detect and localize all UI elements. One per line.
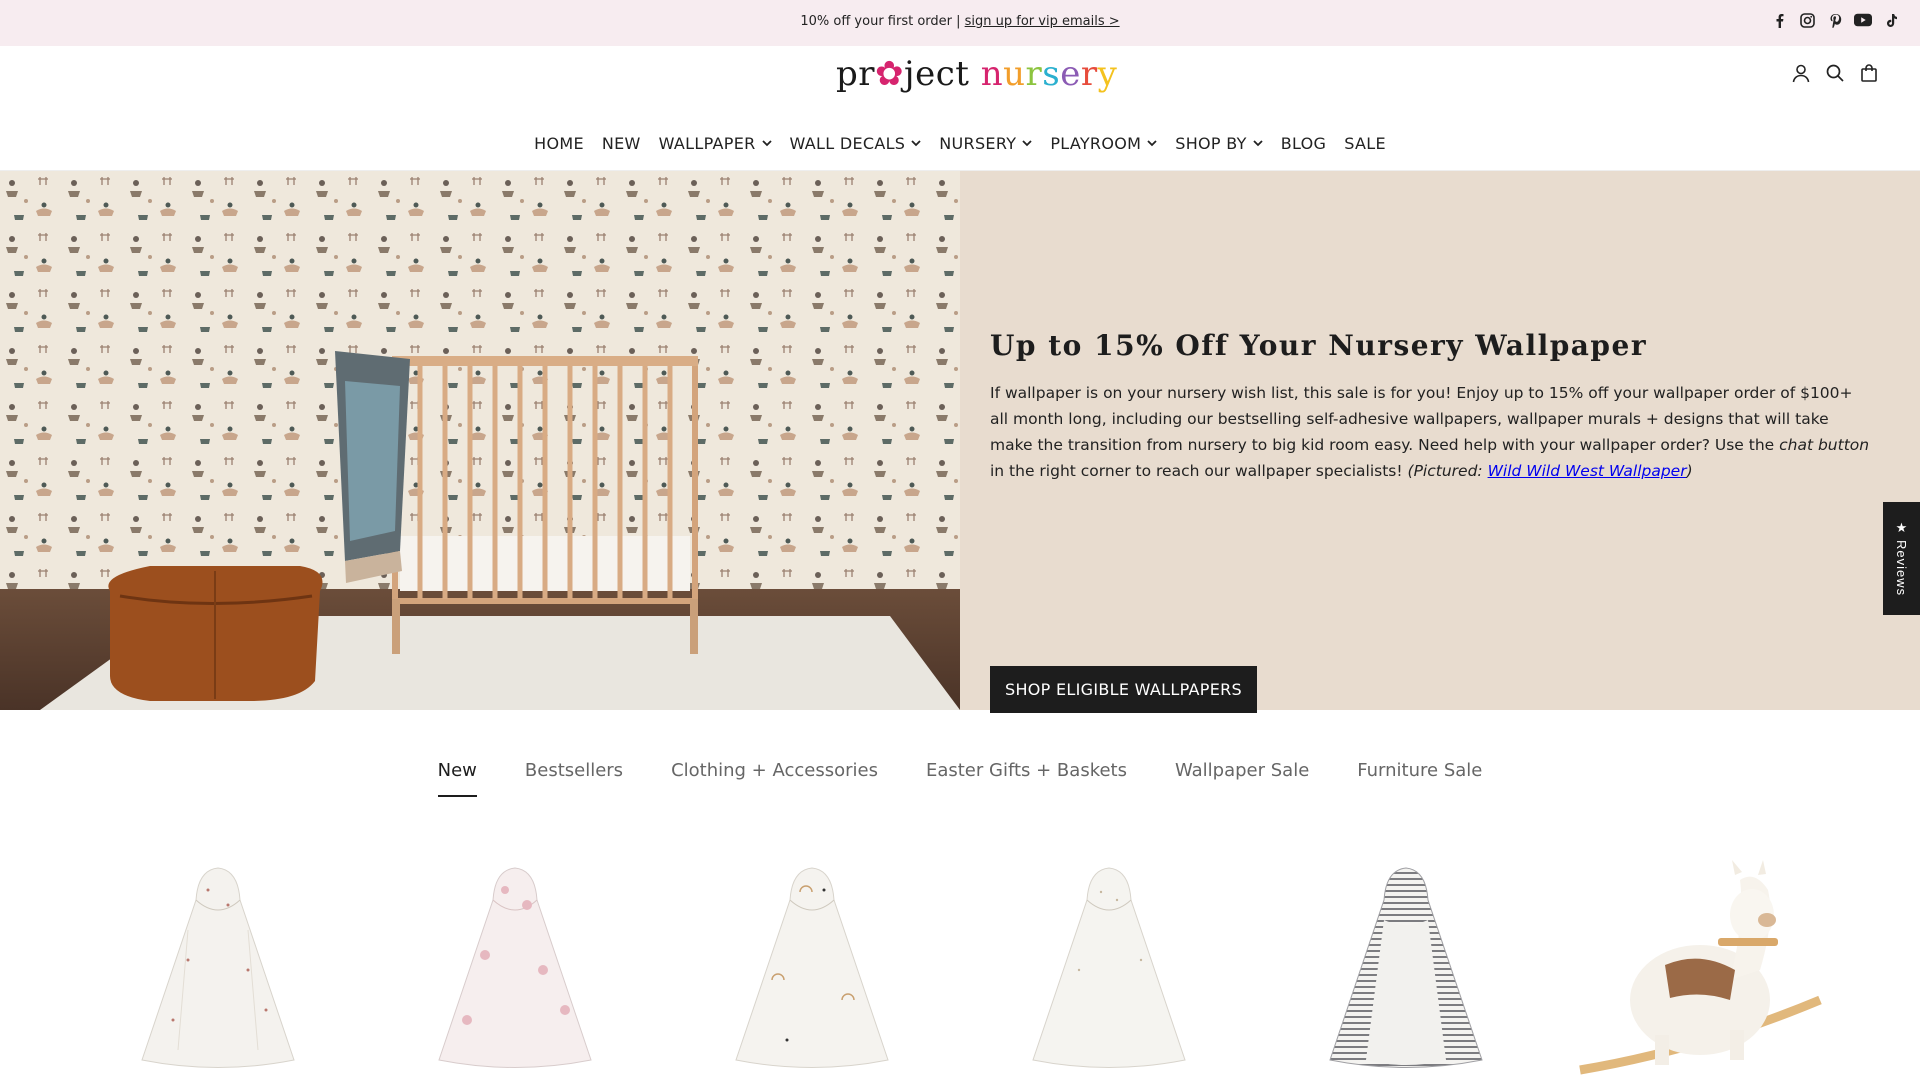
- nav-item-playroom[interactable]: PLAYROOM: [1041, 134, 1166, 153]
- product-card-hooded-towel[interactable]: [712, 860, 912, 1080]
- nav-label: WALLPAPER: [658, 134, 756, 153]
- chevron-down-icon: [1253, 140, 1263, 147]
- nav-label: PLAYROOM: [1050, 134, 1142, 153]
- reviews-side-tab[interactable]: ★ Reviews: [1883, 502, 1920, 615]
- pinterest-icon[interactable]: [1826, 11, 1844, 29]
- main-navigation: HOME NEW WALLPAPER WALL DECALS NURSERY P…: [0, 134, 1920, 153]
- chevron-down-icon: [761, 140, 772, 147]
- chevron-down-icon: [1147, 140, 1157, 147]
- wild-wild-west-wallpaper-link[interactable]: Wild Wild West Wallpaper: [1488, 462, 1687, 480]
- tab-new[interactable]: New: [437, 760, 477, 797]
- nav-label: NURSERY: [939, 134, 1017, 153]
- tiktok-icon[interactable]: [1882, 11, 1900, 29]
- chevron-down-icon: [1022, 140, 1032, 147]
- logo-letter: y: [1097, 54, 1118, 94]
- pictured-prefix: (Pictured:: [1407, 462, 1488, 480]
- social-links: [1770, 11, 1900, 29]
- star-icon: ★: [1895, 520, 1908, 536]
- product-card-hooded-towel[interactable]: [118, 860, 318, 1080]
- nav-label: SALE: [1344, 134, 1386, 153]
- chevron-down-icon: [911, 140, 921, 147]
- product-card-hooded-towel[interactable]: [1306, 860, 1506, 1080]
- nav-label: WALL DECALS: [789, 134, 906, 153]
- instagram-icon[interactable]: [1798, 11, 1816, 29]
- logo-letter: n: [980, 54, 1004, 94]
- tab-clothing-accessories[interactable]: Clothing + Accessories: [671, 760, 878, 797]
- hero-content: Up to 15% Off Your Nursery Wallpaper If …: [990, 329, 1870, 713]
- nav-item-wallpaper[interactable]: WALLPAPER: [650, 134, 781, 153]
- hero-description: If wallpaper is on your nursery wish lis…: [990, 380, 1870, 484]
- hero-banner: Up to 15% Off Your Nursery Wallpaper If …: [0, 171, 1920, 713]
- hero-image-nursery-crib: [0, 171, 960, 710]
- nav-item-shop-by[interactable]: SHOP BY: [1166, 134, 1272, 153]
- vip-signup-link[interactable]: sign up for vip emails >: [965, 14, 1120, 29]
- announcement-text: 10% off your first order | sign up for v…: [0, 14, 1920, 29]
- nav-item-wall-decals[interactable]: WALL DECALS: [781, 134, 931, 153]
- tab-bestsellers[interactable]: Bestsellers: [525, 760, 623, 797]
- hero-body-text: If wallpaper is on your nursery wish lis…: [990, 384, 1853, 454]
- chat-button-mention: chat button: [1779, 436, 1870, 454]
- facebook-icon[interactable]: [1770, 11, 1788, 29]
- announcement-message: 10% off your first order |: [800, 14, 965, 29]
- logo-letter: u: [1003, 54, 1026, 94]
- nav-item-blog[interactable]: BLOG: [1272, 134, 1336, 153]
- product-card-llama-rocker[interactable]: [1570, 860, 1830, 1080]
- search-icon[interactable]: [1824, 62, 1846, 84]
- flower-icon: ✿: [875, 54, 905, 94]
- cart-icon[interactable]: [1858, 62, 1880, 84]
- nav-item-nursery[interactable]: NURSERY: [930, 134, 1041, 153]
- product-grid: [0, 860, 1920, 1080]
- nav-item-new[interactable]: NEW: [593, 134, 650, 153]
- pictured-suffix: ): [1686, 462, 1693, 480]
- nav-item-sale[interactable]: SALE: [1335, 134, 1395, 153]
- site-header: pr✿ject nursery HOME NEW WALLPAPER WALL …: [0, 46, 1920, 171]
- logo-text-mid: ject: [904, 54, 970, 94]
- project-nursery-logo[interactable]: pr✿ject nursery: [836, 54, 1117, 104]
- account-icon[interactable]: [1790, 62, 1812, 84]
- nav-label: HOME: [534, 134, 584, 153]
- product-card-hooded-towel[interactable]: [1009, 860, 1209, 1080]
- product-category-tabs: New Bestsellers Clothing + Accessories E…: [0, 760, 1920, 797]
- logo-letter: s: [1042, 54, 1061, 94]
- hero-body-text: in the right corner to reach our wallpap…: [990, 462, 1408, 480]
- shop-eligible-wallpapers-button[interactable]: SHOP ELIGIBLE WALLPAPERS: [990, 666, 1257, 713]
- product-card-hooded-towel[interactable]: [415, 860, 615, 1080]
- logo-text-start: pr: [836, 54, 876, 94]
- logo-letter: r: [1080, 54, 1098, 94]
- logo-letter: r: [1025, 54, 1043, 94]
- nav-item-home[interactable]: HOME: [525, 134, 593, 153]
- header-icons: [1790, 62, 1880, 84]
- tab-easter-gifts-baskets[interactable]: Easter Gifts + Baskets: [926, 760, 1127, 797]
- nav-label: NEW: [601, 134, 641, 153]
- nav-label: BLOG: [1280, 134, 1327, 153]
- announcement-bar: 10% off your first order | sign up for v…: [0, 0, 1920, 46]
- tab-wallpaper-sale[interactable]: Wallpaper Sale: [1175, 760, 1309, 797]
- logo-letter: e: [1060, 54, 1081, 94]
- hero-title: Up to 15% Off Your Nursery Wallpaper: [990, 329, 1648, 362]
- tab-furniture-sale[interactable]: Furniture Sale: [1357, 760, 1482, 797]
- youtube-icon[interactable]: [1854, 11, 1872, 29]
- nav-label: SHOP BY: [1175, 134, 1247, 153]
- reviews-tab-label: Reviews: [1894, 540, 1909, 597]
